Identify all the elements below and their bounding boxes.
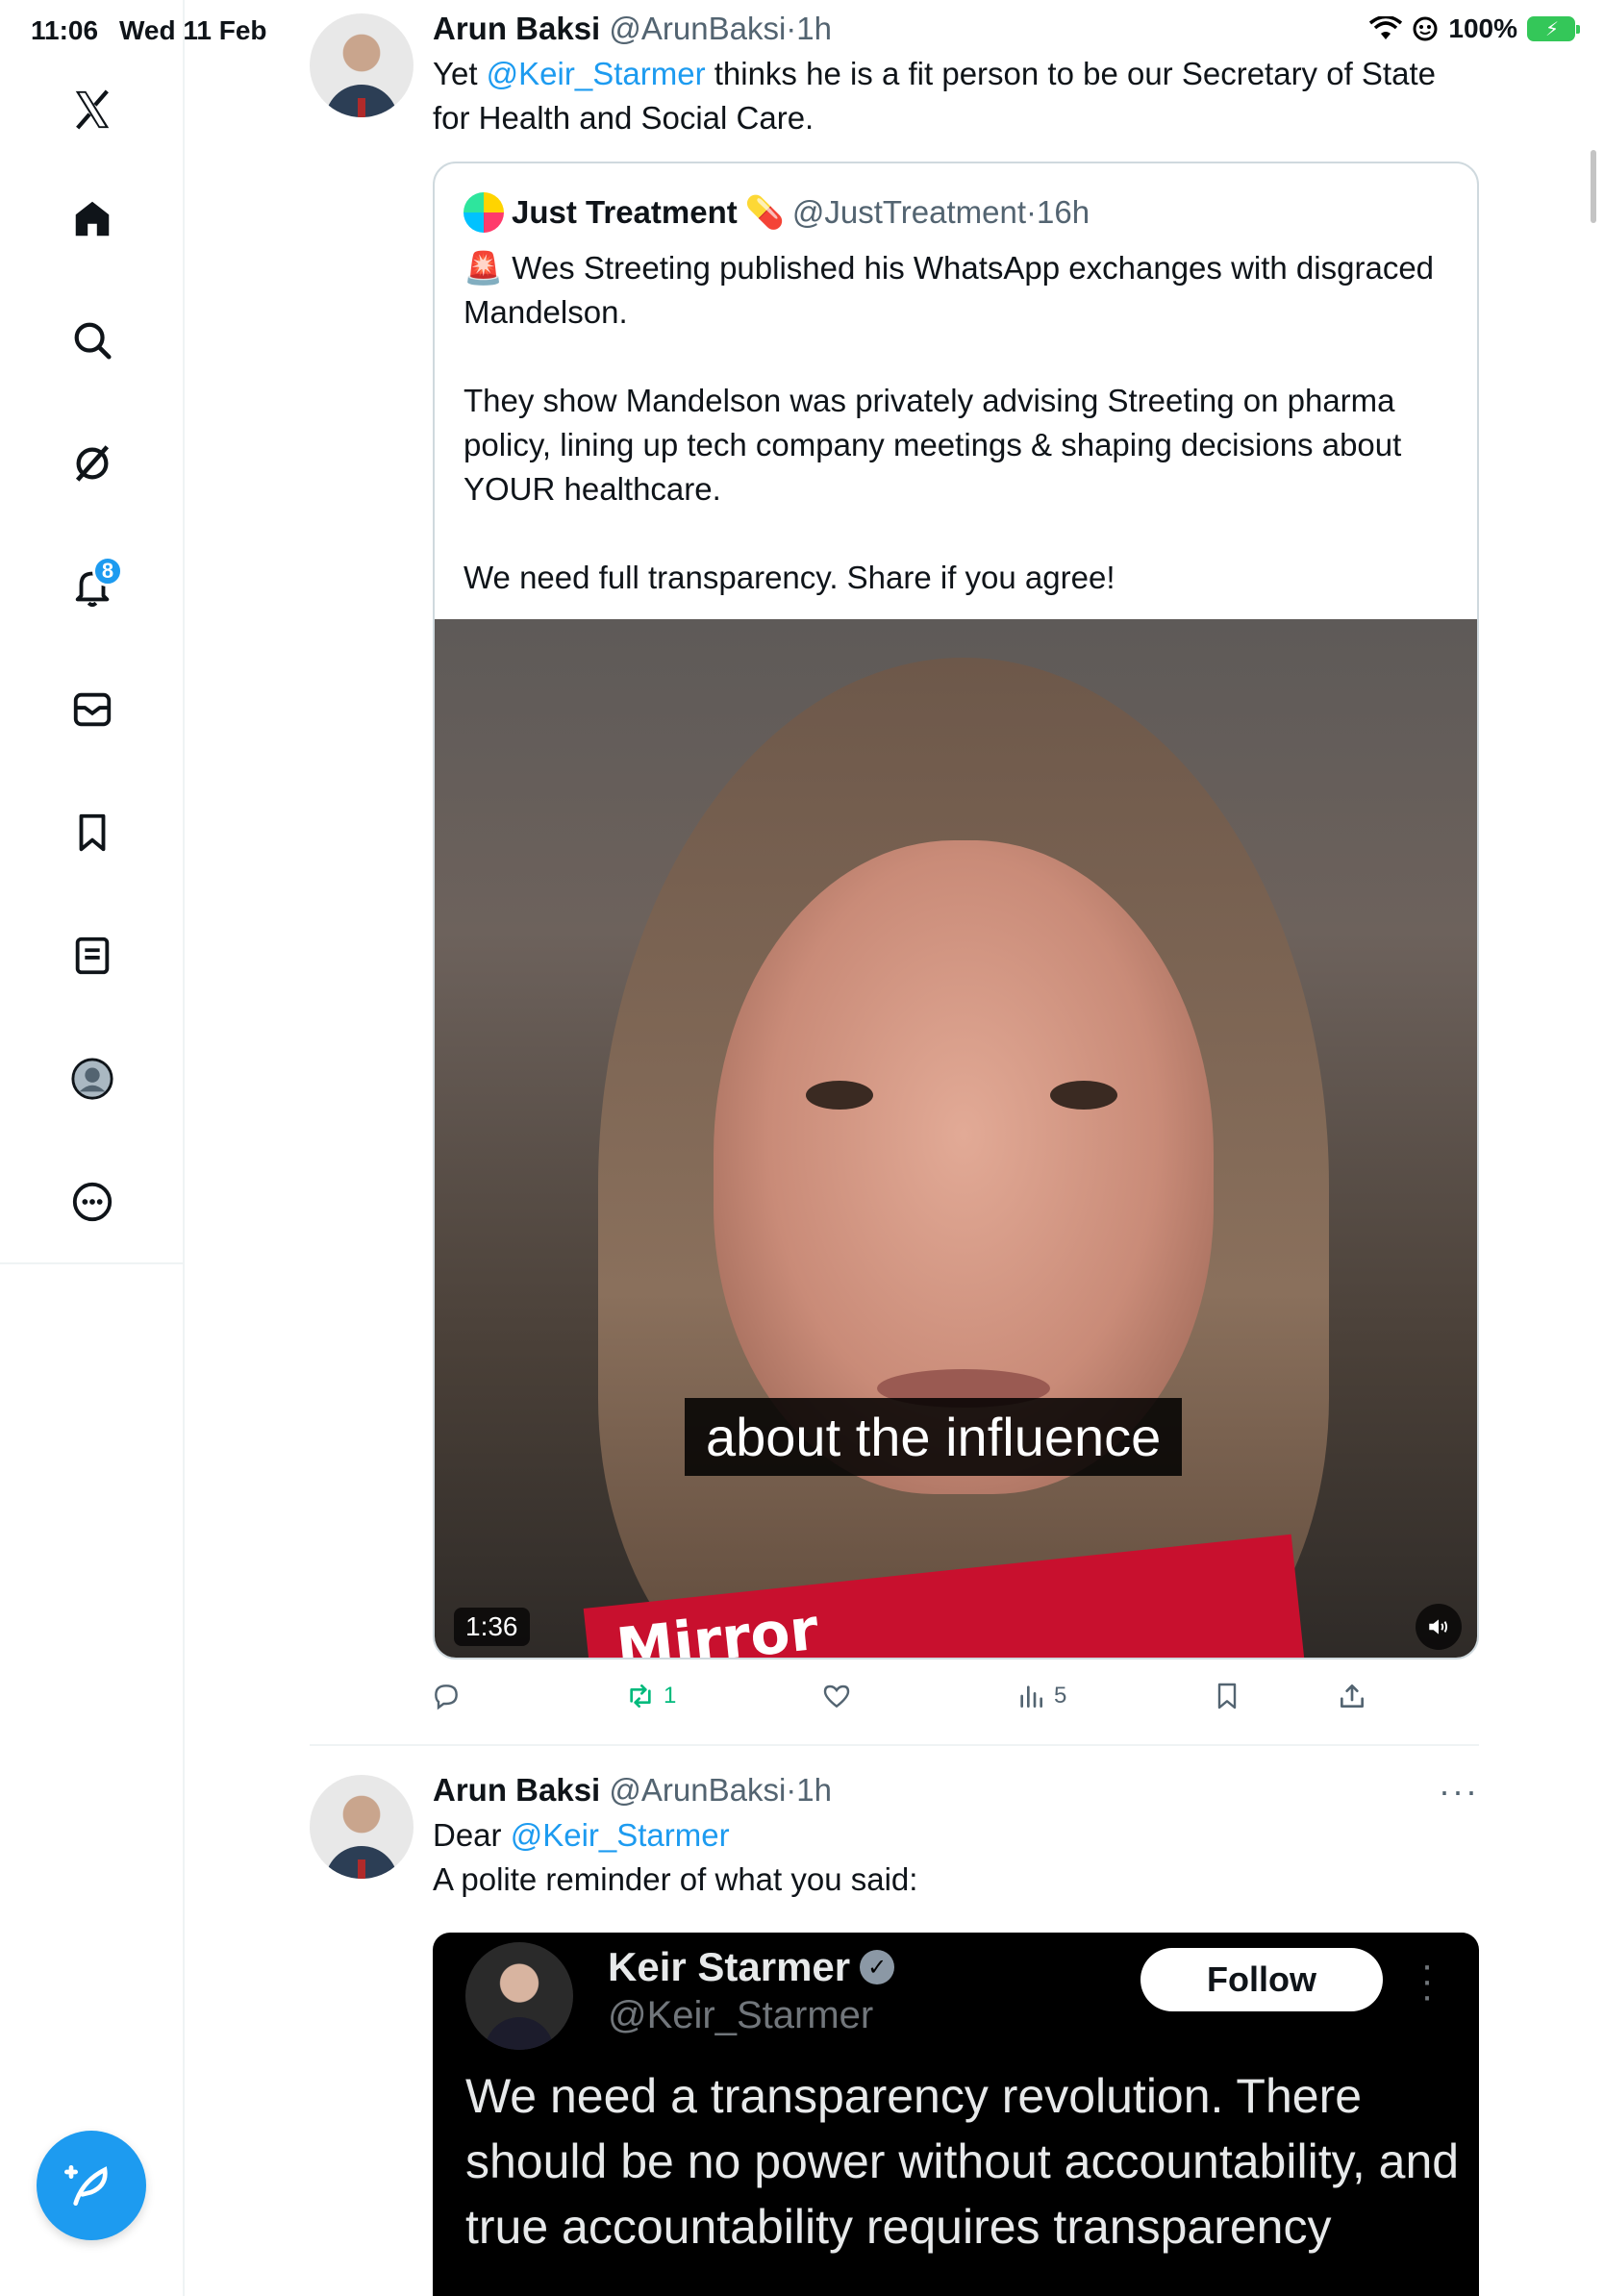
embedded-screenshot-image[interactable]: Keir Starmer ✓ @Keir_Starmer Follow · · · … [433,1933,1479,2296]
list-icon[interactable] [63,927,121,985]
separator-dot: · [1026,194,1038,230]
avatar [465,1942,573,2050]
quoted-author-handle[interactable]: @JustTreatment [792,194,1026,231]
siren-icon: 🚨 [464,250,504,286]
compose-button[interactable] [37,2131,146,2240]
mirror-logo: Mirror [613,1595,822,1660]
battery-icon: ⚡ [1527,16,1580,41]
views-button[interactable]: 5 [1015,1681,1066,1711]
kebab-menu-icon: · · · [1420,1944,1434,2017]
profile-icon[interactable] [63,1050,121,1108]
x-logo-icon[interactable] [63,81,121,138]
mail-icon[interactable] [63,681,121,738]
tweet-time[interactable]: 1h [796,11,832,46]
reply-icon [435,1685,458,1710]
tweet-text: Dear @Keir_Starmer A polite reminder of … [433,1813,1479,1902]
more-options-icon[interactable]: ··· [1439,1771,1479,1811]
heart-icon [823,1685,850,1709]
avatar[interactable] [310,1775,414,1879]
more-icon[interactable] [63,1173,121,1231]
pill-icon: 💊 [744,193,785,230]
separator-dot: · [786,1772,797,1808]
bookmark-button[interactable] [1212,1681,1242,1711]
quoted-tweet-header: Just Treatment 💊 @JustTreatment · 16h [464,192,1090,233]
tweet-header: Arun Baksi @ArunBaksi·1h [433,1771,1479,1809]
share-icon [1341,1685,1364,1708]
author-handle[interactable]: @ArunBaksi [609,1772,786,1808]
quoted-paragraph: We need full transparency. Share if you … [464,560,1115,595]
tweet-text: Yet @Keir_Starmer thinks he is a fit per… [433,52,1479,140]
views-icon [1020,1685,1042,1708]
embedded-tweet-text: We need a transparency revolution. There… [465,2069,1460,2254]
repost-button[interactable]: 1 [625,1681,676,1711]
compose-icon [64,2165,108,2206]
sidebar-divider [0,1262,185,1264]
repost-icon [630,1685,651,1708]
tweet-text-part: Dear [433,1817,511,1853]
embedded-author-handle: @Keir_Starmer [608,1994,874,2036]
volume-icon[interactable] [1416,1604,1462,1650]
grok-icon[interactable] [63,435,121,492]
mention-link[interactable]: @Keir_Starmer [511,1817,730,1853]
quoted-tweet-text: 🚨 Wes Streeting published his WhatsApp e… [464,246,1454,644]
author-name[interactable]: Arun Baksi [433,1772,600,1808]
video-player[interactable]: Mirror about the influence 1:36 [435,619,1477,1660]
tweet-actions: 1 5 [433,1681,1479,1719]
separator-dot: · [786,11,797,46]
bookmark-icon[interactable] [63,804,121,861]
tweet[interactable]: Arun Baksi @ArunBaksi·1h ··· Dear @Keir_… [310,1761,1479,2296]
video-frame-face [714,840,1214,1494]
tweet-separator [310,1744,1479,1746]
tweet-header: Arun Baksi @ArunBaksi·1h [433,10,1479,48]
quoted-author-name[interactable]: Just Treatment [512,194,738,231]
video-duration: 1:36 [454,1608,530,1646]
embedded-author-name: Keir Starmer ✓ [608,1944,895,1990]
bookmark-icon [1217,1683,1237,1710]
avatar[interactable] [310,13,414,117]
views-count: 5 [1054,1683,1067,1709]
share-button[interactable] [1337,1681,1367,1711]
like-button[interactable] [821,1681,852,1711]
reply-button[interactable] [431,1681,462,1711]
author-name[interactable]: Arun Baksi [433,11,600,46]
home-icon[interactable] [63,190,121,248]
author-handle[interactable]: @ArunBaksi [609,11,786,46]
bell-icon[interactable]: 8 [63,556,123,615]
quoted-tweet-time[interactable]: 16h [1037,194,1090,231]
search-icon[interactable] [63,312,121,369]
quoted-paragraph: Wes Streeting published his WhatsApp exc… [464,250,1435,330]
embedded-author-name-text: Keir Starmer [608,1944,851,1989]
notification-badge: 8 [92,556,123,586]
verified-icon: ✓ [860,1950,895,1984]
repost-count: 1 [664,1683,677,1709]
video-caption: about the influence [685,1398,1183,1476]
quoted-paragraph: They show Mandelson was privately advisi… [464,383,1402,507]
scrollbar[interactable] [1591,150,1596,223]
mention-link[interactable]: @Keir_Starmer [487,56,706,91]
tweet-text-part: Yet [433,56,487,91]
sidebar: 8 [0,0,185,2296]
tweet-text-part: A polite reminder of what you said: [433,1861,918,1897]
avatar[interactable] [464,192,504,233]
tweet-time[interactable]: 1h [796,1772,832,1808]
follow-button: Follow [1140,1948,1383,2011]
quoted-tweet[interactable]: Just Treatment 💊 @JustTreatment · 16h 🚨 We… [433,162,1479,1660]
